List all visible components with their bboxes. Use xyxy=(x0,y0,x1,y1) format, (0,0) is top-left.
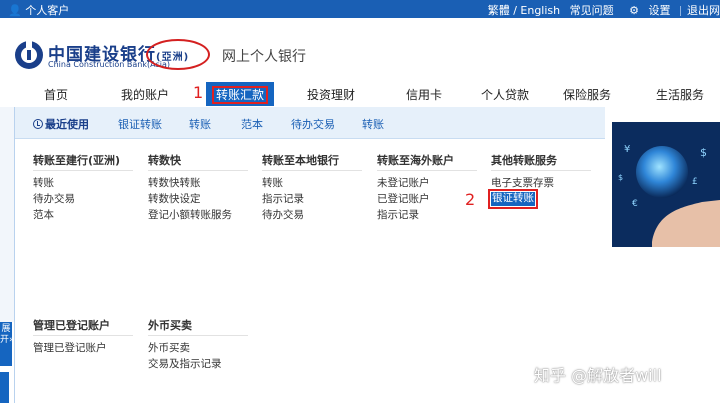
watermark: 知乎 @解放者will xyxy=(534,366,662,385)
divider xyxy=(148,335,248,336)
column-title: 转账至本地银行 xyxy=(262,154,339,167)
securities-transfer-link[interactable]: 银证转账 xyxy=(488,189,538,209)
user-type[interactable]: 👤 个人客户 xyxy=(8,2,69,18)
nav-investment[interactable]: 投资理财 xyxy=(307,86,355,103)
column-title: 转账至建行(亚洲) xyxy=(33,154,121,167)
left-gutter xyxy=(0,107,14,322)
ccb-logo-icon xyxy=(15,40,43,69)
logout-link[interactable]: 退出网 xyxy=(687,4,720,17)
divider xyxy=(262,170,362,171)
column-title: 转账至海外账户 xyxy=(377,154,454,167)
divider xyxy=(680,6,681,16)
sub-nav-item[interactable]: 转账 xyxy=(189,116,211,132)
nav-credit-card[interactable]: 信用卡 xyxy=(406,86,442,103)
nav-transfer[interactable]: 转账汇款 xyxy=(206,82,275,106)
column-title: 外币买卖 xyxy=(148,319,192,332)
expand-side-tab[interactable]: 展开» xyxy=(0,322,15,366)
nav-home[interactable]: 首页 xyxy=(44,86,68,103)
menu-link[interactable]: 转账 xyxy=(33,175,133,191)
clock-icon xyxy=(33,119,43,129)
menu-column: 转数快 转数快转账 转数快设定 登记小额转账服务 xyxy=(148,152,248,223)
settings-link[interactable]: ⚙ 设置 xyxy=(623,4,670,17)
sub-nav-item[interactable]: 待办交易 xyxy=(291,116,335,132)
svg-text:¥: ¥ xyxy=(624,144,630,155)
divider xyxy=(148,170,248,171)
user-icon: 👤 xyxy=(8,4,22,17)
gear-icon: ⚙ xyxy=(629,4,639,17)
menu-link[interactable]: 外币买卖 xyxy=(148,340,248,356)
transfer-menu-panel: 最近使用 银证转账 转账 范本 待办交易 转账 转账至建行(亚洲) 转账 待办交… xyxy=(14,107,606,403)
svg-text:£: £ xyxy=(692,177,698,187)
menu-link[interactable]: 转数快转账 xyxy=(148,175,248,191)
top-bar: 👤 个人客户 繁體 / English 常见问题 ⚙ 设置 退出网 xyxy=(0,0,720,18)
sub-nav: 最近使用 银证转账 转账 范本 待办交易 转账 xyxy=(15,107,606,139)
nav-life-services[interactable]: 生活服务 xyxy=(656,86,704,103)
menu-link[interactable]: 交易及指示记录 xyxy=(148,356,248,372)
menu-column: 转账至海外账户 未登记账户 已登记账户 指示记录 xyxy=(377,152,477,223)
recent-used-label: 最近使用 xyxy=(45,118,89,131)
brand-subtitle: 网上个人银行 xyxy=(222,49,306,65)
menu-column: 其他转账服务 电子支票存票 银证转账 xyxy=(488,152,591,209)
column-title: 其他转账服务 xyxy=(491,154,557,167)
menu-link[interactable]: 范本 xyxy=(33,207,133,223)
menu-link[interactable]: 转账 xyxy=(262,175,362,191)
nav-transfer-label: 转账汇款 xyxy=(212,86,269,104)
language-link[interactable]: 繁體 / English xyxy=(488,4,560,17)
recent-used[interactable]: 最近使用 xyxy=(33,116,89,132)
nav-insurance[interactable]: 保险服务 xyxy=(563,86,611,103)
menu-link[interactable]: 待办交易 xyxy=(262,207,362,223)
menu-link[interactable]: 管理已登记账户 xyxy=(33,340,133,356)
menu-link[interactable]: 转数快设定 xyxy=(148,191,248,207)
main-nav: 首页 我的账户 1 转账汇款 投资理财 信用卡 个人贷款 保险服务 生活服务 xyxy=(0,82,720,106)
menu-link[interactable]: 指示记录 xyxy=(377,207,477,223)
left-side-strip xyxy=(0,372,9,403)
sub-nav-item[interactable]: 银证转账 xyxy=(118,116,162,132)
menu-link[interactable]: 指示记录 xyxy=(262,191,362,207)
menu-link[interactable]: 登记小额转账服务 xyxy=(148,207,248,223)
menu-link[interactable]: 待办交易 xyxy=(33,191,133,207)
promo-banner-image[interactable]: ¥ $ € £ $ xyxy=(612,122,720,247)
menu-link[interactable]: 未登记账户 xyxy=(377,175,477,191)
sub-nav-item[interactable]: 转账 xyxy=(362,116,384,132)
menu-link[interactable]: 已登记账户 xyxy=(377,191,477,207)
menu-column: 转账至建行(亚洲) 转账 待办交易 范本 xyxy=(33,152,133,223)
user-type-label: 个人客户 xyxy=(25,4,70,17)
svg-text:$: $ xyxy=(700,146,707,159)
currency-globe-icon: ¥ $ € £ $ xyxy=(612,122,720,247)
menu-column: 外币买卖 外币买卖 交易及指示记录 xyxy=(148,317,248,372)
svg-text:€: € xyxy=(632,199,638,209)
nav-my-account[interactable]: 我的账户 xyxy=(121,86,169,103)
divider xyxy=(33,170,133,171)
column-title: 转数快 xyxy=(148,154,181,167)
divider xyxy=(33,335,133,336)
column-title: 管理已登记账户 xyxy=(33,319,110,332)
top-links: 繁體 / English 常见问题 ⚙ 设置 退出网 xyxy=(482,2,720,18)
menu-column: 转账至本地银行 转账 指示记录 待办交易 xyxy=(262,152,362,223)
menu-link[interactable]: 电子支票存票 xyxy=(491,175,591,191)
sub-nav-item[interactable]: 范本 xyxy=(241,116,263,132)
settings-label: 设置 xyxy=(648,4,671,17)
faq-link[interactable]: 常见问题 xyxy=(570,4,614,17)
annotation-oval xyxy=(146,39,210,70)
divider xyxy=(377,170,477,171)
annotation-number-1: 1 xyxy=(193,83,204,102)
nav-personal-loan[interactable]: 个人贷款 xyxy=(481,86,529,103)
svg-text:$: $ xyxy=(618,173,623,182)
menu-column: 管理已登记账户 管理已登记账户 xyxy=(33,317,133,356)
divider xyxy=(491,170,591,171)
annotation-number-2: 2 xyxy=(465,190,476,209)
